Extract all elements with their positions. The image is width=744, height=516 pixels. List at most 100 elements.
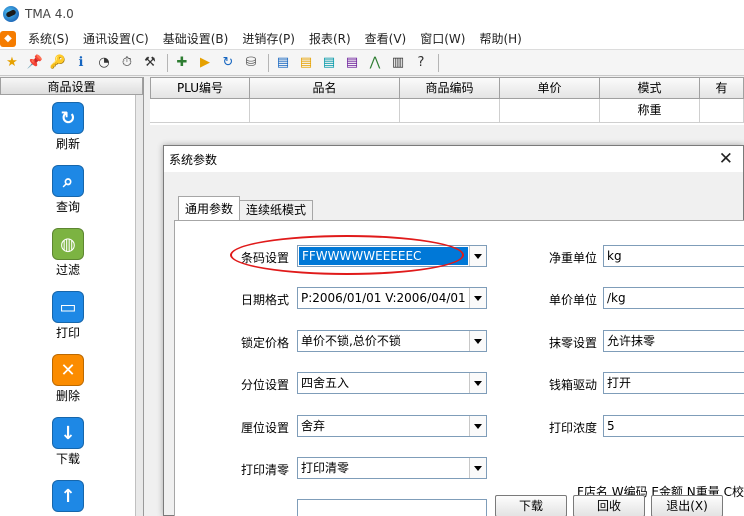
dialog-tabs: 通用参数 连续纸模式	[178, 196, 314, 220]
sidebar: 商品设置 ↻ 刷新 ⌕ 查询 ◍ 过滤 ▭ 打印 ✕ 删除 ↓ 下载 ↑	[0, 77, 144, 516]
grid-column-header[interactable]: 商品编码	[400, 77, 500, 99]
chevron-down-icon[interactable]	[469, 331, 486, 351]
toolbar-separator	[167, 53, 168, 72]
system-params-dialog: 系统参数 ✕ 通用参数 连续纸模式 条码设置 FFWWWWWEEEEEC 日期格式 P…	[163, 145, 744, 516]
grid-column-header[interactable]: 品名	[250, 77, 400, 99]
chevron-down-icon[interactable]	[469, 458, 486, 478]
toolbar-star-icon[interactable]: ★	[2, 53, 22, 73]
grid-column-header[interactable]: 模式	[600, 77, 700, 99]
print-density-field[interactable]: 5	[603, 415, 744, 437]
exit-button[interactable]: 退出(X)	[651, 495, 723, 516]
refresh-icon: ↻	[52, 102, 84, 134]
print-density-label: 打印浓度	[548, 421, 597, 435]
upload-icon: ↑	[52, 480, 84, 512]
menu-inventory[interactable]: 进销存(P)	[235, 28, 302, 50]
table-row[interactable]: 称重	[150, 99, 744, 123]
toolbar-doc-cyan-icon[interactable]: ▤	[319, 53, 339, 73]
sidebar-item-globe[interactable]: ◍ 过滤	[0, 228, 136, 278]
toolbar-refresh-icon[interactable]: ↻	[218, 53, 238, 73]
title-bar: TMA 4.0	[0, 0, 744, 28]
toolbar-timer-icon[interactable]: ⏱	[117, 53, 137, 73]
sidebar-item-upload[interactable]: ↑	[0, 480, 136, 513]
toolbar-play-icon[interactable]: ▶	[195, 53, 215, 73]
rounding-off-field[interactable]: 允许抹零	[603, 330, 744, 352]
chevron-down-icon[interactable]	[469, 246, 486, 266]
menu-report[interactable]: 报表(R)	[302, 28, 358, 50]
toolbar-doc-purple-icon[interactable]: ▤	[342, 53, 362, 73]
cent-rounding-select[interactable]: 四舍五入	[297, 372, 487, 394]
barcode-select[interactable]: FFWWWWWEEEEEC	[297, 245, 487, 267]
recall-button[interactable]: 回收	[573, 495, 645, 516]
toolbar-add-icon[interactable]: ✚	[172, 53, 192, 73]
globe-icon: ◍	[52, 228, 84, 260]
general-params-panel: 条码设置 FFWWWWWEEEEEC 日期格式 P:2006/01/01 V:2006…	[174, 220, 744, 516]
sidebar-scrollbar[interactable]	[135, 95, 143, 516]
date-format-select[interactable]: P:2006/01/01 V:2006/04/01	[297, 287, 487, 309]
table-cell	[500, 99, 600, 123]
toolbar-separator	[268, 53, 269, 72]
download-button[interactable]: 下载	[495, 495, 567, 516]
toolbar-clock-icon[interactable]: ◔	[94, 53, 114, 73]
product-grid: PLU编号 品名 商品编码 单价 模式有 称重	[150, 77, 744, 125]
toolbar-chart-icon[interactable]: ⋀	[365, 53, 385, 73]
tab-continuous-paper[interactable]: 连续纸模式	[239, 200, 314, 220]
chevron-down-icon[interactable]	[469, 288, 486, 308]
menu-view[interactable]: 查看(V)	[358, 28, 414, 50]
rounding-off-label: 抹零设置	[548, 336, 597, 350]
sidebar-item-video[interactable]: ▭ 打印	[0, 291, 136, 341]
menu-window[interactable]: 窗口(W)	[413, 28, 472, 50]
sidebar-item-search[interactable]: ⌕ 查询	[0, 165, 136, 215]
app-menu-icon[interactable]: ◆	[0, 30, 16, 47]
cent-rounding-value: 四舍五入	[301, 376, 350, 390]
toolbar-barcode-icon[interactable]: ▥	[388, 53, 408, 73]
sidebar-item-label: 过滤	[55, 263, 80, 277]
print-clear-select[interactable]: 打印清零	[297, 457, 487, 479]
toolbar-doc-blue-icon[interactable]: ▤	[273, 53, 293, 73]
lock-price-select[interactable]: 单价不锁,总价不锁	[297, 330, 487, 352]
sidebar-item-label: 查询	[55, 200, 80, 214]
mil-rounding-select[interactable]: 舍弃	[297, 415, 487, 437]
barcode-value: FFWWWWWEEEEEC	[299, 247, 468, 265]
menu-help[interactable]: 帮助(H)	[472, 28, 528, 50]
sidebar-item-download[interactable]: ↓ 下载	[0, 417, 136, 467]
chevron-down-icon[interactable]	[469, 373, 486, 393]
menu-bar: ◆ 系统(S) 通讯设置(C) 基础设置(B) 进销存(P) 报表(R) 查看(…	[0, 28, 744, 50]
table-cell	[250, 99, 400, 123]
cent-rounding-label: 分位设置	[240, 378, 289, 392]
grid-column-header[interactable]: PLU编号	[150, 77, 250, 99]
menu-basic-settings[interactable]: 基础设置(B)	[156, 28, 236, 50]
grid-header: PLU编号 品名 商品编码 单价 模式有	[150, 77, 744, 99]
grid-column-header[interactable]: 有	[700, 77, 744, 99]
extra-select[interactable]	[297, 499, 487, 516]
net-weight-unit-field[interactable]: kg	[603, 245, 744, 267]
toolbar-tools-icon[interactable]: ⚒	[140, 53, 160, 73]
toolbar: ★ 📌 🔑 ℹ ◔ ⏱ ⚒ ✚ ▶ ↻ ⛁ ▤ ▤ ▤ ▤ ⋀ ▥?	[0, 50, 744, 76]
mil-rounding-value: 舍弃	[301, 419, 326, 433]
menu-system[interactable]: 系统(S)	[21, 28, 76, 50]
menu-comm-settings[interactable]: 通讯设置(C)	[76, 28, 156, 50]
barcode-label: 条码设置	[240, 251, 289, 265]
window-title: TMA 4.0	[25, 7, 74, 21]
toolbar-database-icon[interactable]: ⛁	[241, 53, 261, 73]
tab-general-params[interactable]: 通用参数	[178, 196, 241, 220]
sidebar-item-delete[interactable]: ✕ 删除	[0, 354, 136, 404]
close-icon[interactable]: ✕	[719, 150, 733, 168]
sidebar-item-refresh[interactable]: ↻ 刷新	[0, 102, 136, 152]
download-icon: ↓	[52, 417, 84, 449]
unit-price-unit-label: 单价单位	[548, 293, 597, 307]
table-cell: 称重	[600, 99, 700, 123]
toolbar-info-icon[interactable]: ℹ	[71, 53, 91, 73]
toolbar-pin-icon[interactable]: 📌	[25, 53, 45, 73]
print-clear-value: 打印清零	[301, 461, 350, 475]
app-icon	[3, 6, 19, 22]
toolbar-help-icon[interactable]: ?	[411, 53, 431, 73]
unit-price-unit-field[interactable]: /kg	[603, 287, 744, 309]
sidebar-header: 商品设置	[0, 77, 143, 95]
toolbar-doc-yellow-icon[interactable]: ▤	[296, 53, 316, 73]
toolbar-key-icon[interactable]: 🔑	[48, 53, 68, 73]
grid-column-header[interactable]: 单价	[500, 77, 600, 99]
cash-drawer-field[interactable]: 打开	[603, 372, 744, 394]
chevron-down-icon[interactable]	[469, 416, 486, 436]
lock-price-label: 锁定价格	[240, 336, 289, 350]
delete-icon: ✕	[52, 354, 84, 386]
